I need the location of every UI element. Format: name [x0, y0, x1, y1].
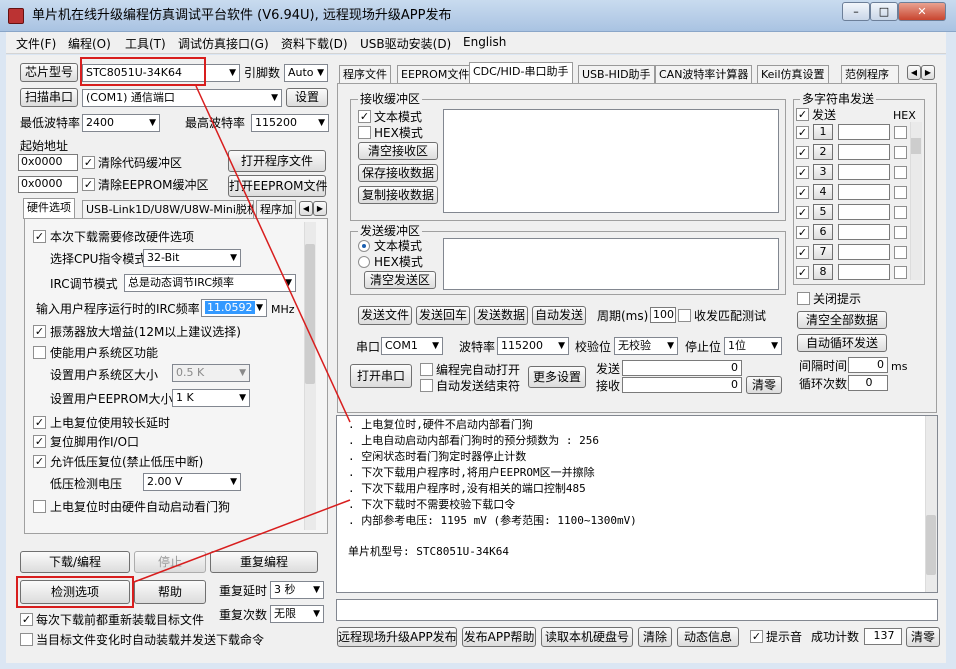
arrow-chip-to-log — [195, 85, 351, 423]
arrow-check-to-log — [133, 499, 351, 583]
annotation-arrows — [133, 85, 351, 583]
